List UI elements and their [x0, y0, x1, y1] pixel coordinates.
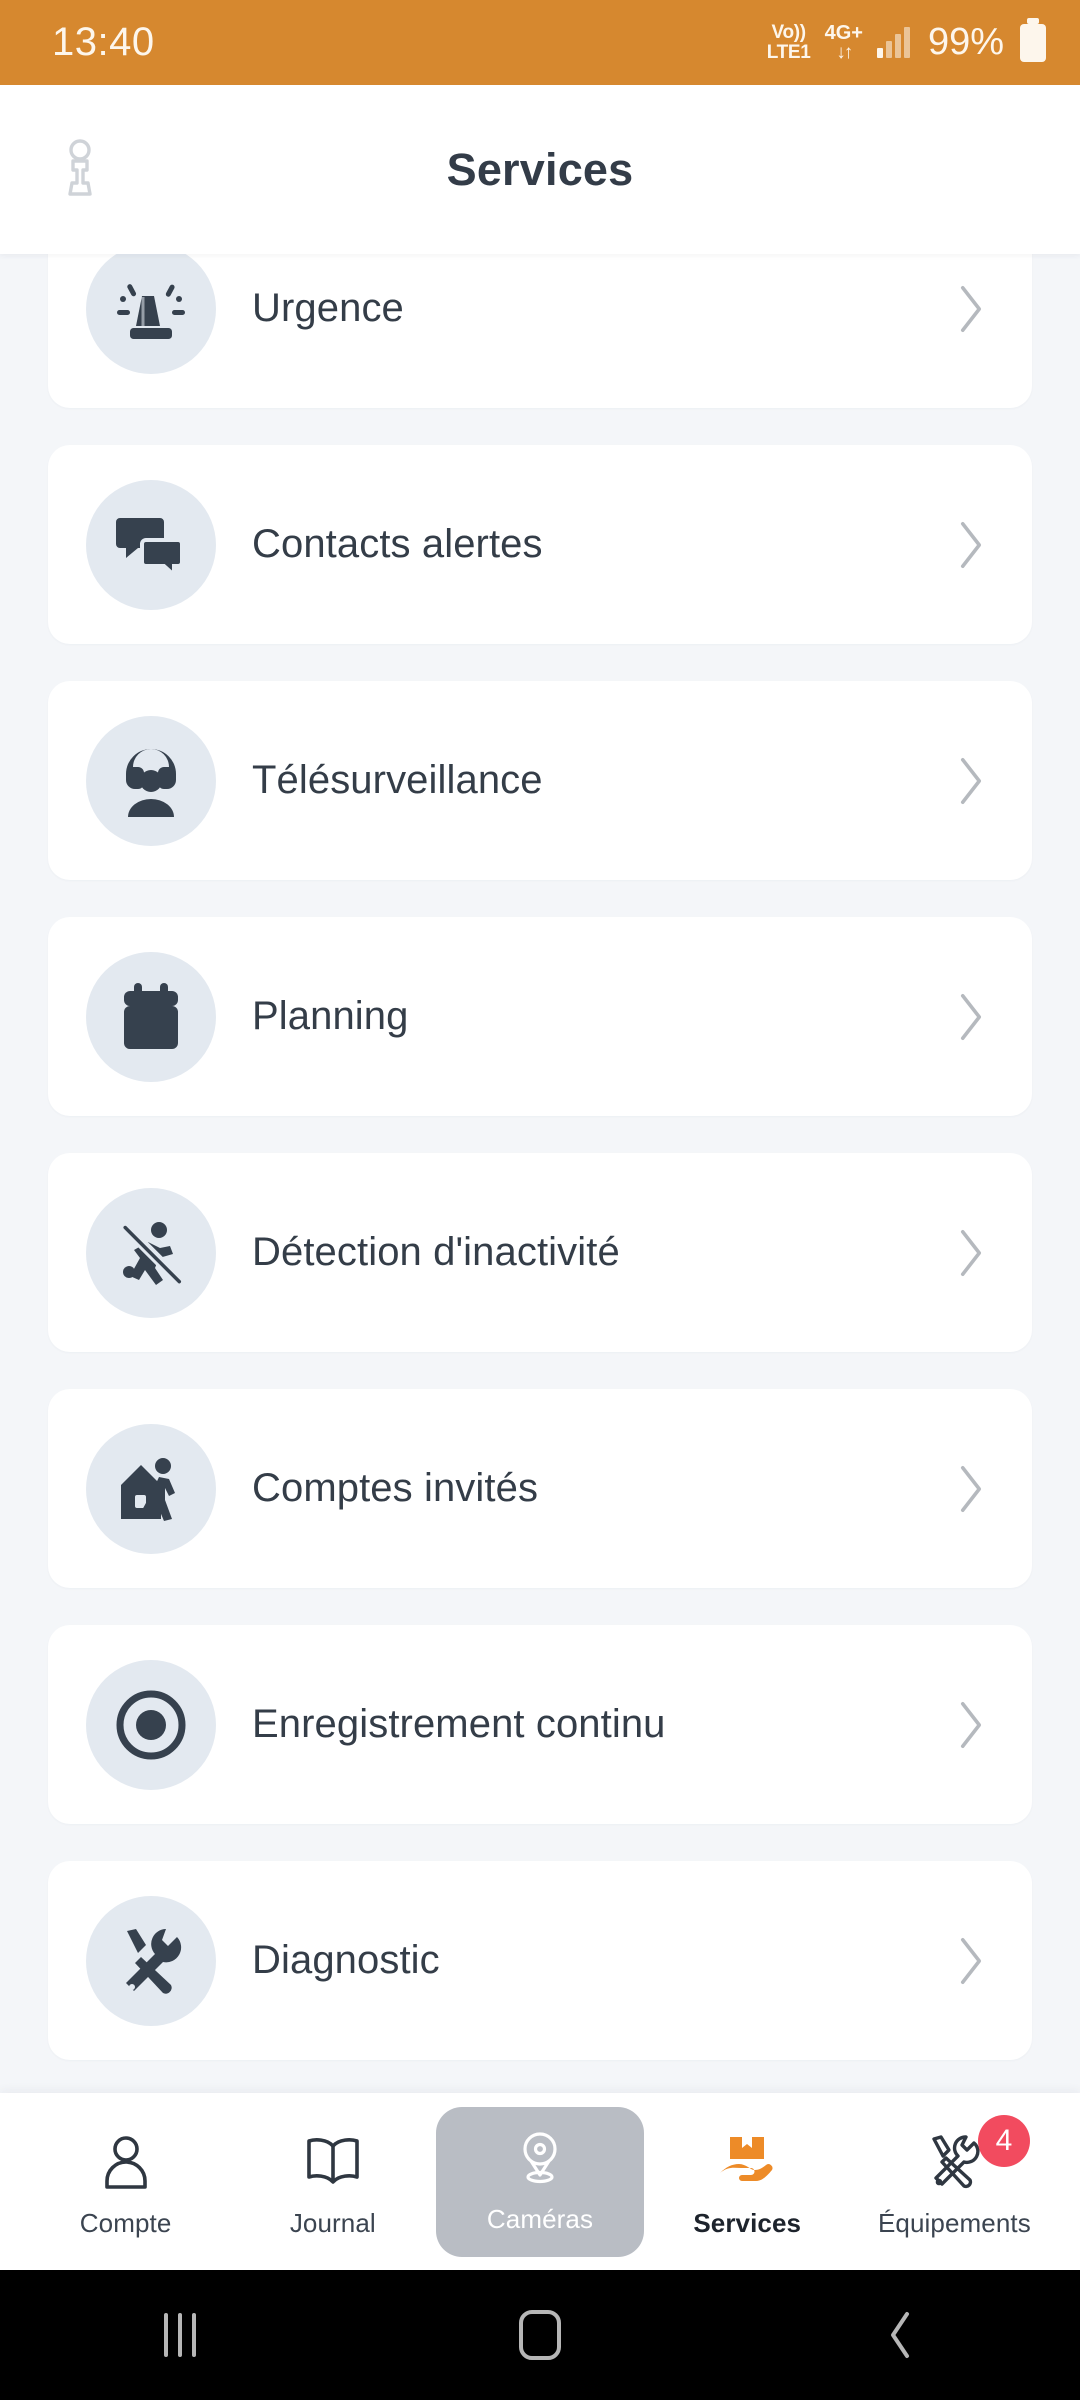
- no-running-person-icon: [86, 1187, 216, 1318]
- tab-journal[interactable]: Journal: [229, 2111, 436, 2239]
- service-label: Comptes invités: [252, 1466, 539, 1510]
- headset-agent-icon: [86, 715, 216, 846]
- recents-icon[interactable]: [120, 2275, 240, 2395]
- box-in-hand-icon: [718, 2129, 776, 2195]
- chat-bubbles-icon: [86, 479, 216, 610]
- dome-camera-icon: [513, 2125, 567, 2191]
- bottom-tab-bar[interactable]: Compte Journal Caméras Services Équipeme…: [0, 2093, 1080, 2270]
- tab-label: Journal: [289, 2208, 376, 2238]
- status-bar: 13:40 Vo)) LTE1 4G+ ↓↑ 99%: [0, 0, 1080, 85]
- volte-label-top: Vo)): [771, 22, 806, 44]
- tab-label: Services: [693, 2208, 802, 2238]
- signal-bars-icon: [876, 26, 910, 58]
- service-card-comptes-invites[interactable]: Comptes invités: [48, 1389, 1032, 1588]
- wrench-screwdriver-icon: [86, 1895, 216, 2026]
- chevron-right-icon: [960, 1229, 982, 1276]
- data-transfer-arrows-icon: ↓↑: [836, 42, 853, 63]
- chevron-right-icon: [960, 521, 982, 568]
- chevron-right-icon: [960, 1937, 982, 1984]
- battery-percent-label: 99%: [927, 21, 1004, 63]
- chevron-right-icon: [960, 1701, 982, 1748]
- service-label: Planning: [252, 994, 409, 1038]
- tab-label: Compte: [79, 2208, 172, 2238]
- chevron-right-icon: [960, 285, 982, 332]
- tab-equipements[interactable]: Équipements 4: [851, 2111, 1058, 2239]
- service-card-planning[interactable]: Planning: [48, 917, 1032, 1116]
- service-card-contacts-alertes[interactable]: Contacts alertes: [48, 445, 1032, 644]
- android-navigation-bar[interactable]: [0, 2270, 1080, 2400]
- service-label: Détection d'inactivité: [252, 1230, 620, 1274]
- app-header: Services: [0, 85, 1080, 254]
- chevron-right-icon: [960, 1465, 982, 1512]
- tab-cameras[interactable]: Caméras: [436, 2107, 644, 2257]
- person-icon: [102, 2129, 150, 2195]
- service-card-telesurveillance[interactable]: Télésurveillance: [48, 681, 1032, 880]
- service-card-detection-inactivite[interactable]: Détection d'inactivité: [48, 1153, 1032, 1352]
- home-icon[interactable]: [480, 2275, 600, 2395]
- network-label: 4G+: [824, 21, 863, 44]
- service-list[interactable]: Urgence Contacts alertes Télésurveillanc…: [0, 169, 1080, 2400]
- tab-label: Équipements: [877, 2208, 1031, 2238]
- status-bar-clock: 13:40: [52, 20, 155, 64]
- service-card-enregistrement-continu[interactable]: Enregistrement continu: [48, 1625, 1032, 1824]
- service-label: Contacts alertes: [252, 522, 543, 566]
- house-person-icon: [86, 1423, 216, 1554]
- page-title: Services: [446, 143, 634, 195]
- status-bar-icons: Vo)) LTE1 4G+ ↓↑ 99%: [767, 17, 1046, 64]
- tab-services[interactable]: Services: [644, 2111, 851, 2239]
- chevron-right-icon: [960, 757, 982, 804]
- service-label: Télésurveillance: [252, 758, 543, 802]
- open-book-icon: [305, 2129, 361, 2195]
- tools-icon: [926, 2129, 982, 2195]
- network-type-indicator: 4G+ ↓↑: [824, 21, 863, 63]
- tab-compte[interactable]: Compte: [22, 2111, 229, 2239]
- service-card-diagnostic[interactable]: Diagnostic: [48, 1861, 1032, 2060]
- service-label: Enregistrement continu: [252, 1702, 666, 1746]
- volte-label-bottom: LTE1: [766, 41, 811, 63]
- tab-label: Caméras: [486, 2204, 594, 2234]
- battery-full-icon: [1020, 17, 1046, 62]
- calendar-icon: [86, 951, 216, 1082]
- back-icon[interactable]: [840, 2275, 960, 2395]
- record-circle-icon: [86, 1659, 216, 1790]
- service-label: Diagnostic: [252, 1938, 440, 1982]
- profile-pawn-icon[interactable]: [52, 138, 108, 201]
- service-label: Urgence: [252, 286, 404, 330]
- siren-icon: [86, 243, 216, 374]
- status-badge: 4: [978, 2115, 1031, 2167]
- chevron-right-icon: [960, 993, 982, 1040]
- volte-indicator: Vo)) LTE1: [767, 23, 811, 62]
